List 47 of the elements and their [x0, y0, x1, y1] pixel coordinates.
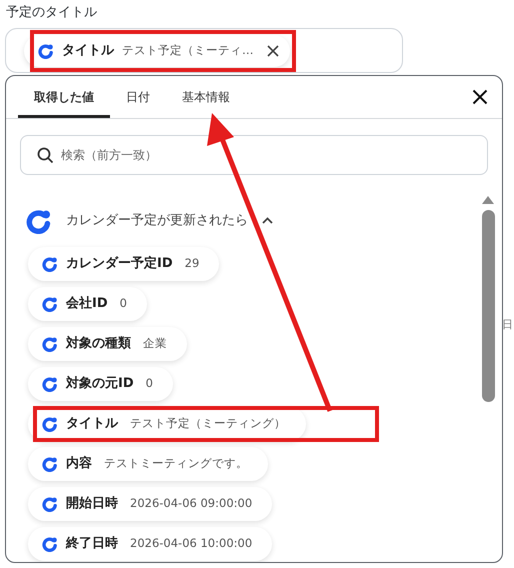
data-chip[interactable]: 対象の種類 企業	[28, 326, 187, 360]
chip-value: 0	[120, 294, 127, 312]
tab[interactable]: 日付	[110, 88, 166, 118]
chip-label: 開始日時	[66, 494, 118, 513]
data-chip[interactable]: カレンダー予定ID 29	[28, 246, 220, 280]
chip-label: 対象の元ID	[66, 374, 134, 393]
chip-label: カレンダー予定ID	[66, 254, 173, 273]
chip-value: テスト予定（ミーティ…	[122, 42, 254, 59]
section-header[interactable]: カレンダー予定が更新されたら	[26, 194, 273, 246]
logo-icon	[42, 376, 58, 392]
field-label: 予定のタイトル	[6, 4, 97, 22]
chip-label: 対象の種類	[66, 334, 131, 353]
data-chip[interactable]: 内容 テストミーティングです。	[28, 446, 268, 480]
tab[interactable]: 取得した値	[18, 88, 110, 118]
logo-icon	[42, 296, 58, 312]
chip-label: 内容	[66, 454, 92, 473]
tab[interactable]: 基本情報	[166, 88, 246, 118]
data-chip[interactable]: 終了日時 2026-04-06 10:00:00	[28, 526, 272, 560]
logo-icon	[42, 496, 58, 512]
chip-value: 29	[184, 254, 200, 272]
chip-value: 2026-04-06 09:00:00	[130, 494, 252, 512]
chip-value: 0	[146, 374, 153, 392]
chip-label: 終了日時	[66, 534, 118, 553]
search-field[interactable]: 検索（前方一致）	[20, 134, 488, 174]
logo-icon	[42, 416, 58, 432]
close-icon[interactable]	[472, 88, 488, 104]
chip-label: タイトル	[66, 414, 118, 433]
data-chip[interactable]: 開始日時 2026-04-06 09:00:00	[28, 486, 272, 520]
background-text: 日	[502, 317, 513, 333]
chip-label: 会社ID	[66, 294, 108, 313]
logo-icon	[38, 42, 54, 58]
data-chip[interactable]: 対象の元ID 0	[28, 366, 173, 400]
logo-icon	[26, 208, 52, 234]
chip-value: テスト予定（ミーティング）	[130, 414, 286, 432]
chip-label: タイトル	[62, 42, 114, 60]
logo-icon	[42, 256, 58, 272]
chip-value: 企業	[143, 334, 167, 352]
chip-value: 2026-04-06 10:00:00	[130, 534, 252, 552]
scroll-up-icon[interactable]	[481, 194, 495, 204]
input-field[interactable]: タイトル テスト予定（ミーティ…	[5, 28, 403, 72]
data-chip[interactable]: 会社ID 0	[28, 286, 147, 320]
logo-icon	[42, 336, 58, 352]
logo-icon	[42, 536, 58, 552]
logo-icon	[42, 456, 58, 472]
data-chip[interactable]: タイトル テスト予定（ミーティ…	[24, 34, 290, 66]
scrollbar-thumb[interactable]	[482, 210, 494, 402]
chip-value: テストミーティングです。	[104, 454, 248, 472]
